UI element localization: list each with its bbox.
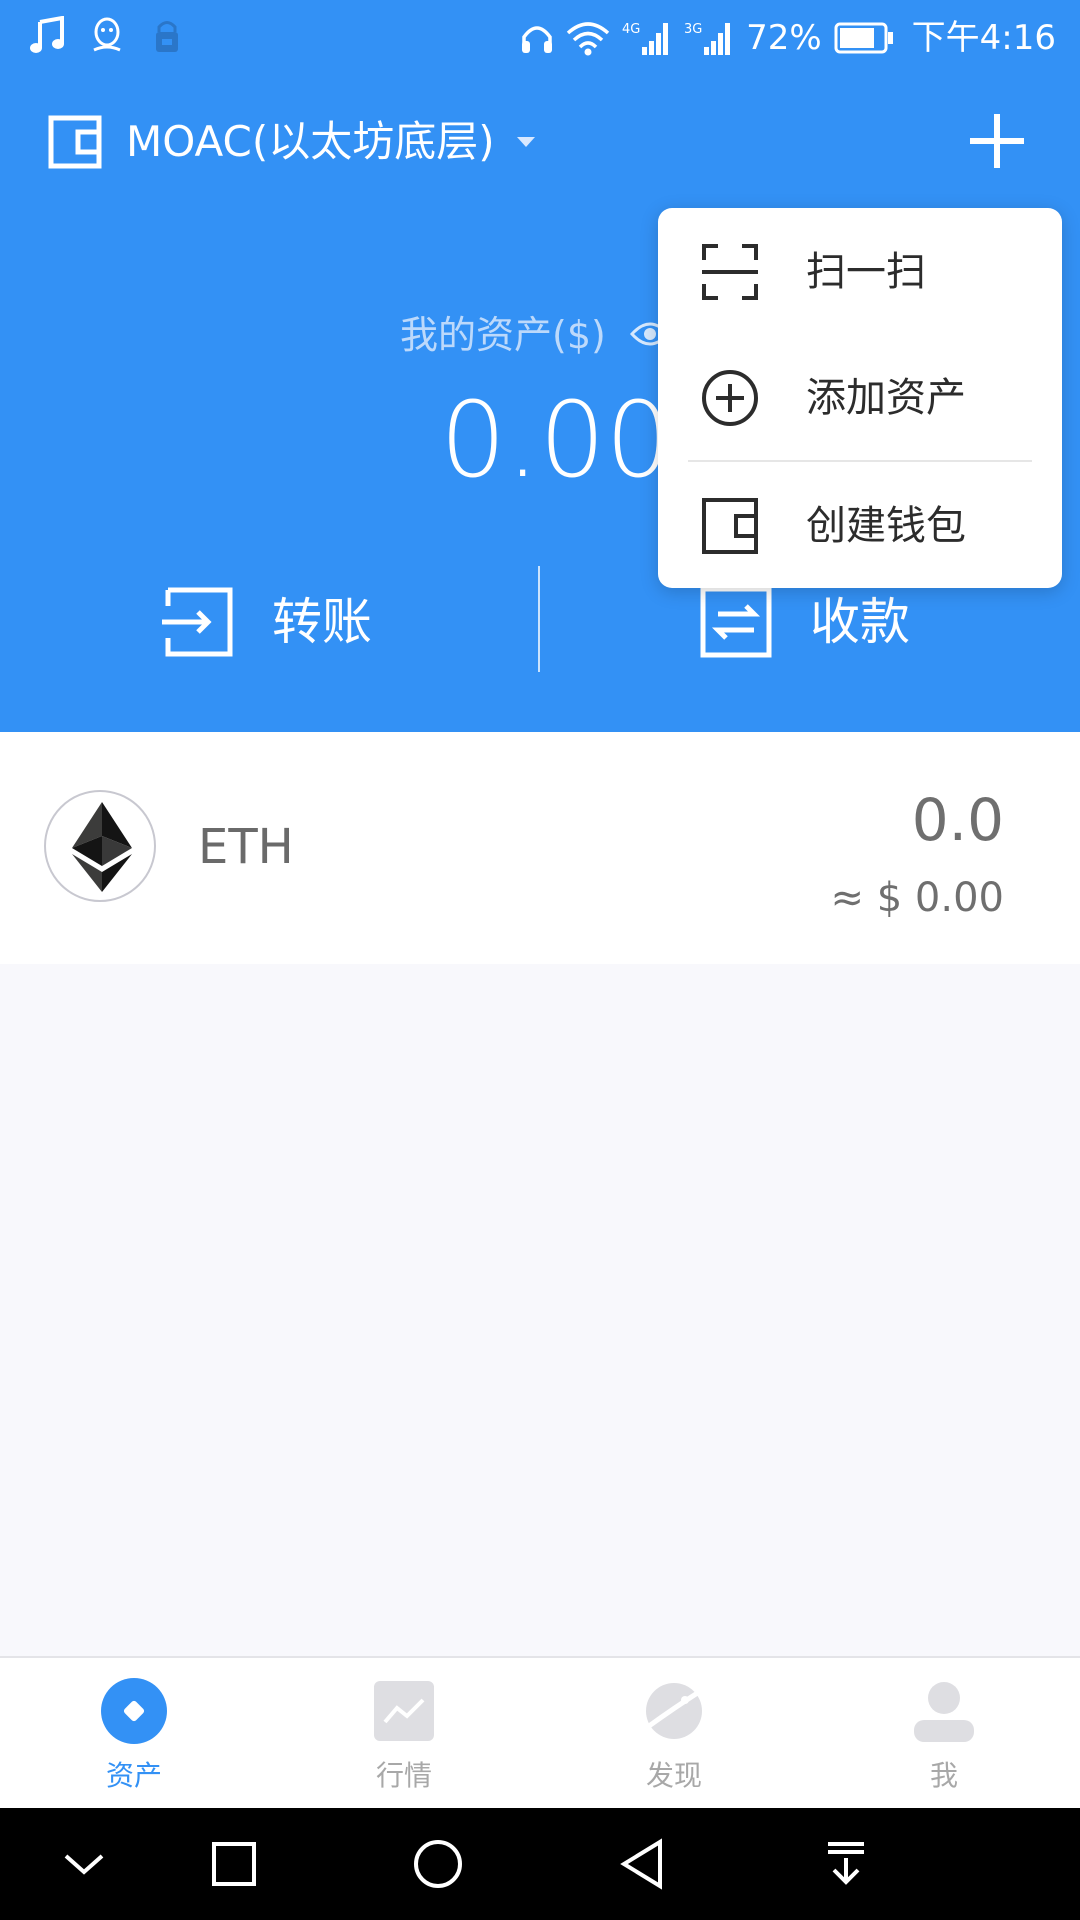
headphones-icon [522,26,553,53]
status-bar-system: 4G 3G 72% 下午4:16 [520,14,1056,62]
chevron-down-icon[interactable] [58,1838,110,1890]
wallet-name: MOAC(以太坊底层) [126,117,495,166]
back-triangle-icon[interactable] [616,1838,668,1890]
signal-4g-icon: 4G [622,22,669,55]
signal-3g-icon: 3G [684,22,731,55]
tab-assets[interactable]: 资产 [54,1678,214,1798]
asset-amount: 0.0 [911,786,1004,854]
transfer-icon [162,587,233,657]
clock: 下午4:16 [911,18,1056,58]
menu-item-add-asset[interactable]: 添加资产 [658,338,1062,458]
signal-4g-label: 4G [622,22,640,37]
wallet-icon [702,498,758,554]
menu-item-scan-label: 扫一扫 [806,249,926,295]
wallet-icon [48,115,102,169]
transfer-label: 转账 [272,593,372,651]
wifi-icon [566,22,610,56]
tab-assets-label: 资产 [105,1759,162,1792]
home-circle-icon[interactable] [412,1838,464,1890]
tab-market-label: 行情 [375,1759,432,1792]
wallet-selector[interactable]: MOAC(以太坊底层) [48,112,535,172]
menu-item-scan[interactable]: 扫一扫 [658,212,1062,332]
scan-icon [702,244,758,300]
action-divider [538,566,540,672]
user-icon [914,1682,974,1742]
asset-symbol: ETH [198,819,294,875]
tab-me-label: 我 [929,1759,958,1792]
signal-3g-label: 3G [684,22,702,37]
planet-icon [646,1683,702,1739]
menu-item-create-wallet-label: 创建钱包 [806,503,966,549]
system-navigation-bar [0,1808,1080,1920]
add-circle-icon [702,370,758,426]
tab-market[interactable]: 行情 [324,1678,484,1798]
tab-me[interactable]: 我 [864,1678,1024,1798]
screen: 4G 3G 72% 下午4:16 MOAC(以太坊底层) 我的资产($) 0.0… [0,0,1080,1920]
lock-bag-icon [156,21,178,52]
assets-total-value: 0.00 [440,379,672,501]
receive-button[interactable]: 收款 [700,582,910,662]
assets-label: 我的资产($) [400,313,606,357]
assets-icon [101,1678,167,1744]
notification-pulldown-icon[interactable] [820,1838,872,1890]
status-bar-notifications [28,16,186,56]
qq-penguin-icon [93,17,121,52]
chevron-down-icon [516,137,535,147]
receive-icon [700,586,772,658]
ethereum-logo [44,790,156,902]
receive-label: 收款 [810,593,910,651]
plus-icon[interactable] [966,110,1028,172]
tab-discover-label: 发现 [645,1759,702,1792]
battery-icon [834,22,893,54]
recents-square-icon[interactable] [208,1838,260,1890]
tab-discover[interactable]: 发现 [594,1678,754,1798]
battery-percent: 72% [746,18,822,58]
menu-item-add-asset-label: 添加资产 [806,375,966,421]
music-note-icon [30,16,64,53]
asset-fiat-value: ≈ $ 0.00 [830,875,1004,921]
menu-item-create-wallet[interactable]: 创建钱包 [658,466,1062,586]
menu-divider [688,460,1032,462]
bottom-tab-bar: 资产 行情 发现 我 [0,1656,1080,1808]
status-bar: 4G 3G 72% 下午4:16 [0,0,1080,76]
asset-row-eth[interactable]: ETH 0.0 ≈ $ 0.00 [0,732,1080,964]
market-chart-icon [374,1681,434,1741]
transfer-button[interactable]: 转账 [162,582,372,662]
